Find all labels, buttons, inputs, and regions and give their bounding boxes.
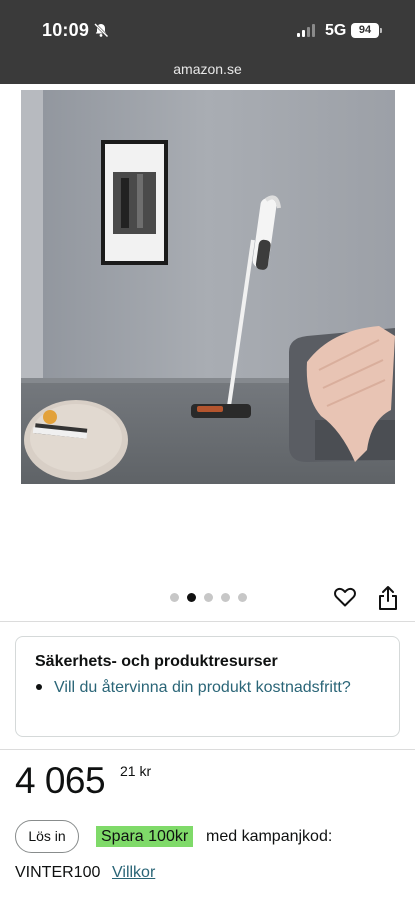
price-currency: kr <box>139 763 152 779</box>
carousel-indicator[interactable] <box>170 593 247 602</box>
recycle-link[interactable]: Vill du återvinna din produkt kostnadsfr… <box>54 677 354 699</box>
heart-icon[interactable] <box>333 585 357 609</box>
redeem-button[interactable]: Lös in <box>15 820 79 853</box>
divider <box>0 621 415 622</box>
promo-text: med kampanjkod: <box>206 828 333 845</box>
network-type: 5G <box>325 22 347 39</box>
carousel-dot-active[interactable] <box>187 593 196 602</box>
safety-resources-card: Säkerhets- och produktresurser Vill du å… <box>15 636 400 737</box>
bell-muted-icon <box>94 23 109 38</box>
bullet <box>36 684 42 690</box>
battery-icon: 94 <box>351 23 382 38</box>
carousel-dot[interactable] <box>238 593 247 602</box>
address-bar[interactable]: amazon.se <box>0 61 415 77</box>
price-fraction: 21 kr <box>120 763 151 779</box>
promo-code: VINTER100 <box>15 864 101 881</box>
carousel-dot[interactable] <box>221 593 230 602</box>
card-title: Säkerhets- och produktresurser <box>35 653 278 670</box>
carousel-dot[interactable] <box>170 593 179 602</box>
divider <box>0 749 415 750</box>
product-image[interactable] <box>21 90 395 484</box>
cellular-signal-icon <box>297 23 315 37</box>
price-whole: 4 065 <box>15 760 106 801</box>
carousel-dot[interactable] <box>204 593 213 602</box>
price-cents: 21 <box>120 763 136 779</box>
status-bar: 10:09 5G 94 amazon.se <box>0 0 415 84</box>
clock: 10:09 <box>42 20 90 40</box>
terms-link[interactable]: Villkor <box>112 862 155 883</box>
share-icon[interactable] <box>377 585 399 611</box>
save-badge: Spara 100kr <box>96 826 194 847</box>
